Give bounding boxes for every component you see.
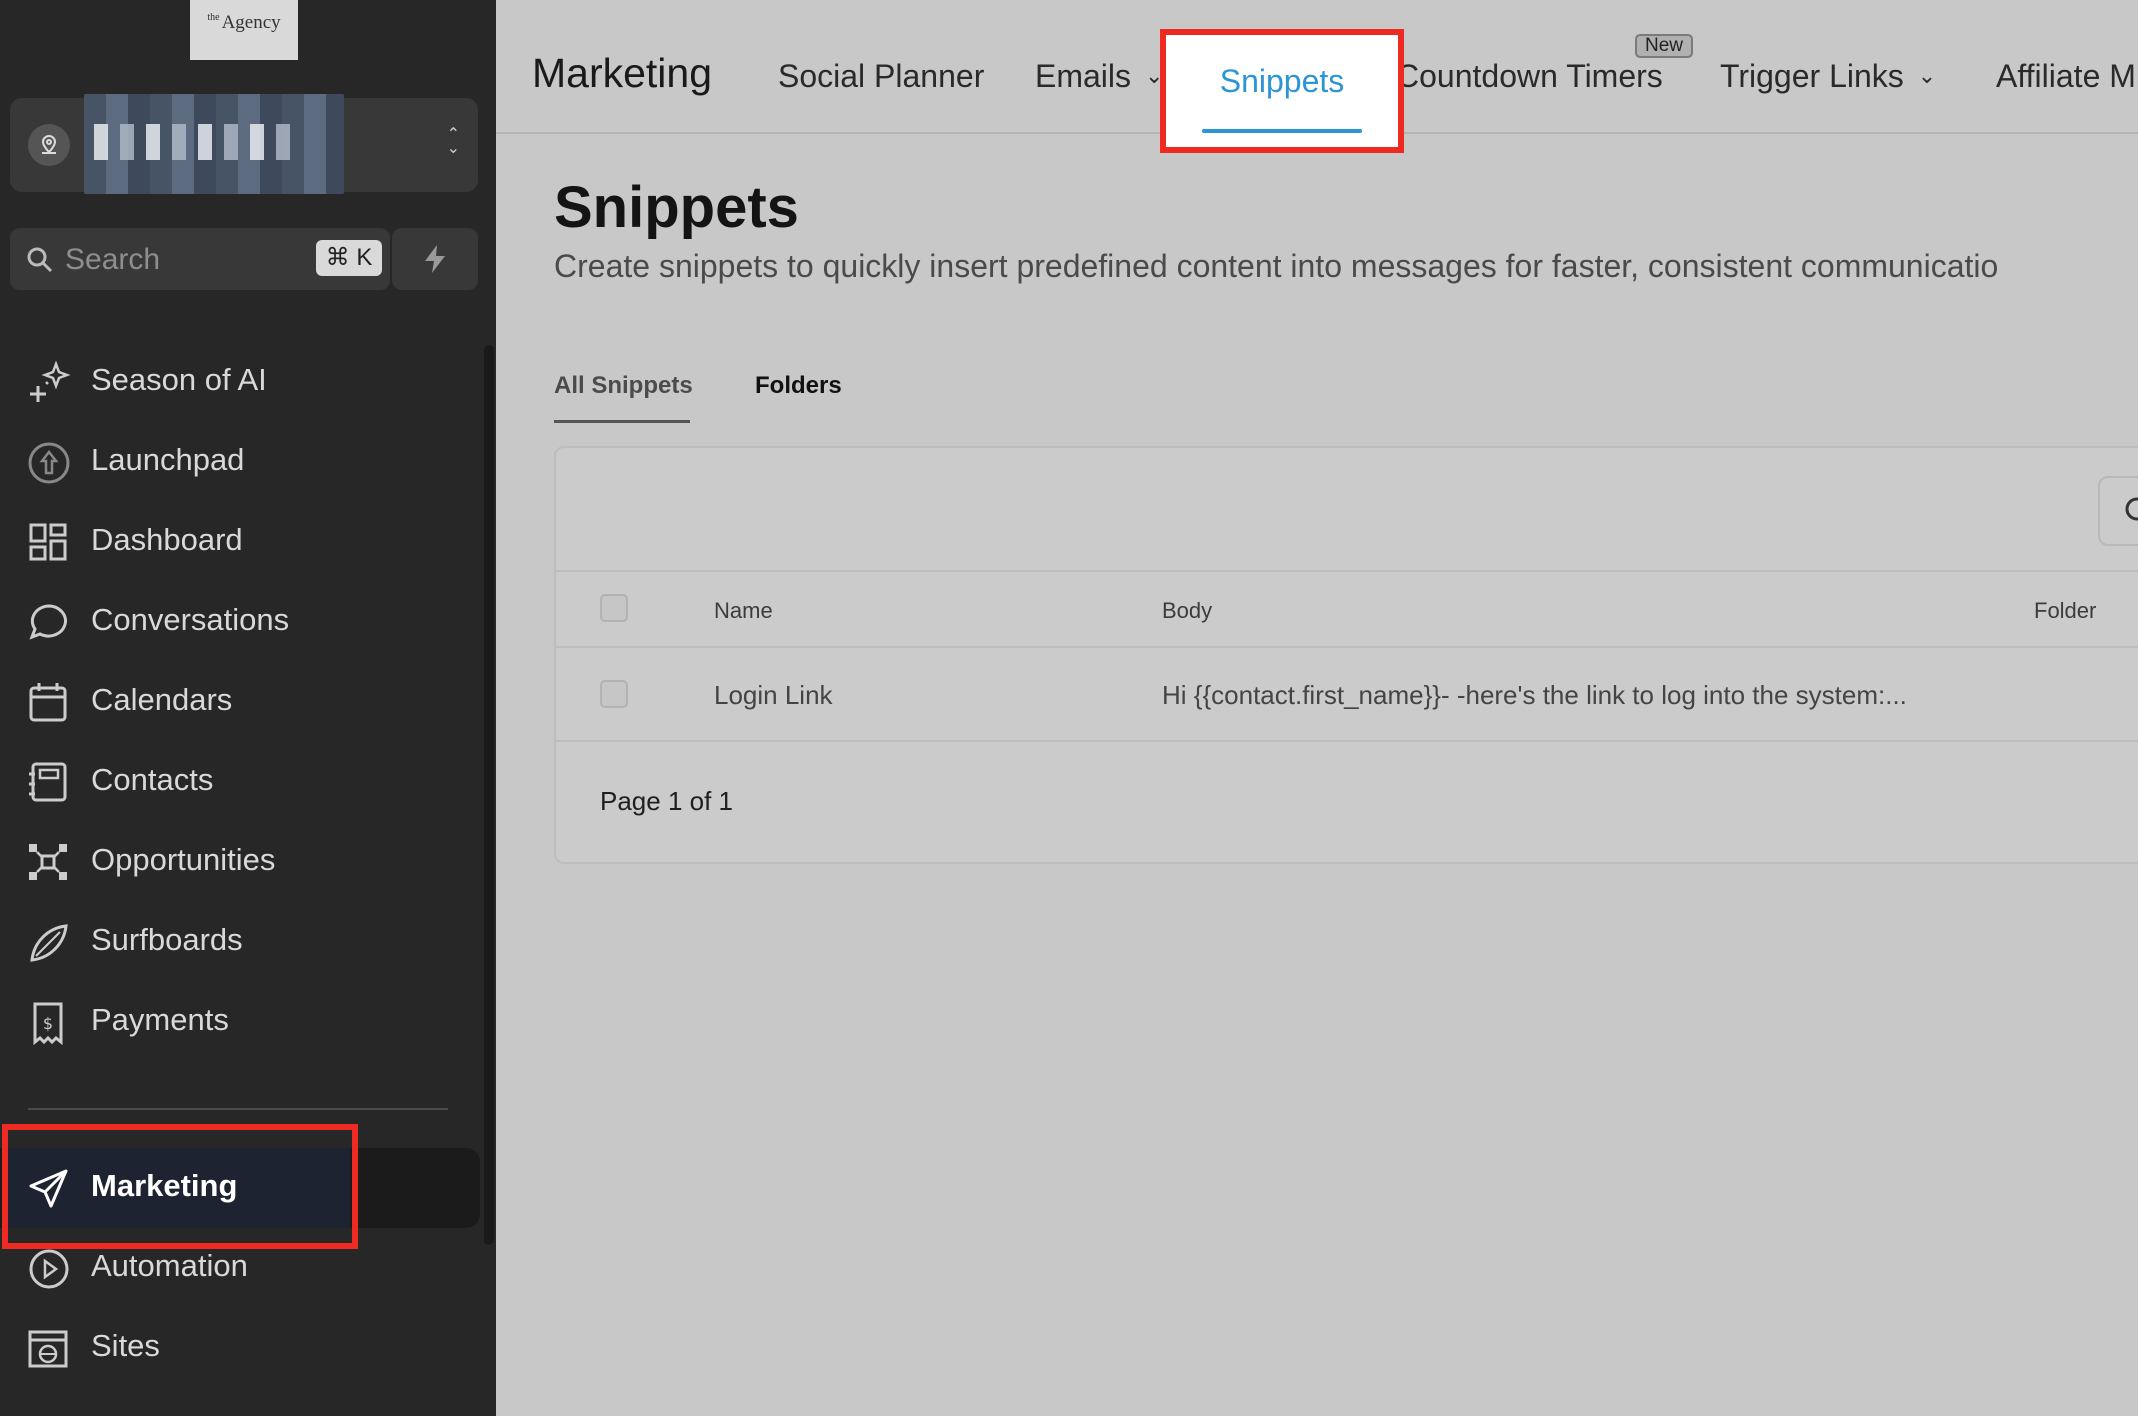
search-placeholder: Search: [65, 243, 161, 276]
active-tab-underline: [1202, 129, 1362, 133]
search-icon: [2125, 497, 2138, 521]
divider: [556, 570, 2138, 572]
column-header-folder[interactable]: Folder: [2034, 598, 2096, 624]
sidebar-item-sites[interactable]: Sites: [0, 1308, 480, 1388]
dashboard-grid-icon: [29, 523, 67, 561]
sidebar-item-calendars[interactable]: Calendars: [0, 662, 480, 742]
new-badge: New: [1635, 34, 1693, 58]
quick-actions-button[interactable]: [392, 228, 478, 290]
section-title: Marketing: [532, 50, 713, 96]
sidebar-search[interactable]: Search ⌘ K: [10, 228, 390, 290]
snippet-name[interactable]: Login Link: [714, 680, 833, 711]
search-icon: [27, 247, 53, 273]
location-pin-icon: [28, 124, 70, 166]
contact-card-icon: [29, 762, 67, 802]
sidebar-item-contacts[interactable]: Contacts: [0, 742, 480, 822]
tab-emails[interactable]: Emails ⌄: [1035, 58, 1163, 95]
subtab-all-snippets[interactable]: All Snippets: [554, 372, 693, 400]
snippets-table-card: Name Body Folder Login Link Hi {{contact…: [554, 446, 2138, 864]
pagination-label: Page 1 of 1: [600, 786, 733, 816]
play-circle-icon: [29, 1249, 69, 1289]
subtab-underline: [554, 420, 690, 423]
sidebar-item-launchpad[interactable]: Launchpad: [0, 422, 480, 502]
sidebar-item-surfboards[interactable]: Surfboards: [0, 902, 480, 982]
sparkles-icon: [30, 360, 71, 402]
table-search-button[interactable]: [2098, 476, 2138, 546]
chevron-updown-icon: ⌃ ⌄: [446, 126, 460, 157]
page-subtitle: Create snippets to quickly insert predef…: [554, 248, 1999, 284]
sidebar-item-dashboard[interactable]: Dashboard: [0, 502, 480, 582]
sidebar-item-opportunities[interactable]: Opportunities: [0, 822, 480, 902]
rocket-icon: [28, 442, 70, 484]
tab-trigger-links[interactable]: Trigger Links ⌄: [1720, 58, 1936, 95]
account-switcher[interactable]: ⌃ ⌄: [10, 94, 478, 194]
sidebar-divider: [28, 1108, 448, 1110]
tab-social-planner[interactable]: Social Planner: [778, 58, 984, 95]
lightning-bolt-icon: [425, 245, 445, 273]
column-header-name[interactable]: Name: [714, 598, 773, 624]
divider: [556, 740, 2138, 742]
sidebar-item-season-of-ai[interactable]: Season of AI: [0, 342, 480, 422]
sidebar-scrollbar[interactable]: [484, 345, 494, 1245]
shortcut-badge: ⌘ K: [316, 240, 382, 276]
subtab-folders[interactable]: Folders: [755, 372, 842, 400]
tab-affiliate-manager[interactable]: Affiliate M: [1996, 58, 2136, 95]
svg-text:$: $: [43, 1014, 53, 1033]
sidebar-item-conversations[interactable]: Conversations: [0, 582, 480, 662]
network-icon: [29, 844, 67, 880]
globe-browser-icon: [28, 1330, 68, 1368]
sidebar-item-payments[interactable]: $ Payments: [0, 982, 480, 1062]
surfboard-icon: [30, 924, 68, 962]
tab-snippets[interactable]: Snippets: [1160, 29, 1404, 153]
select-all-checkbox[interactable]: [600, 594, 628, 622]
snippet-body: Hi {{contact.first_name}}- -here's the l…: [1162, 680, 1907, 710]
sidebar-item-automation[interactable]: Automation: [0, 1228, 480, 1308]
tab-countdown-timers[interactable]: Countdown Timers: [1396, 58, 1663, 95]
chat-bubble-icon: [29, 604, 67, 640]
agency-logo[interactable]: the Agency: [190, 0, 298, 60]
column-header-body[interactable]: Body: [1162, 598, 1212, 624]
divider: [556, 646, 2138, 648]
receipt-dollar-icon: $: [33, 1002, 63, 1046]
account-name-redacted: [84, 94, 344, 194]
sidebar: the Agency ⌃ ⌄ Search ⌘ K Season of AI Lau…: [0, 0, 496, 1416]
row-checkbox[interactable]: [600, 680, 628, 708]
calendar-icon: [29, 683, 67, 722]
page-title: Snippets: [554, 175, 799, 240]
chevron-down-icon: ⌄: [1917, 63, 1937, 88]
